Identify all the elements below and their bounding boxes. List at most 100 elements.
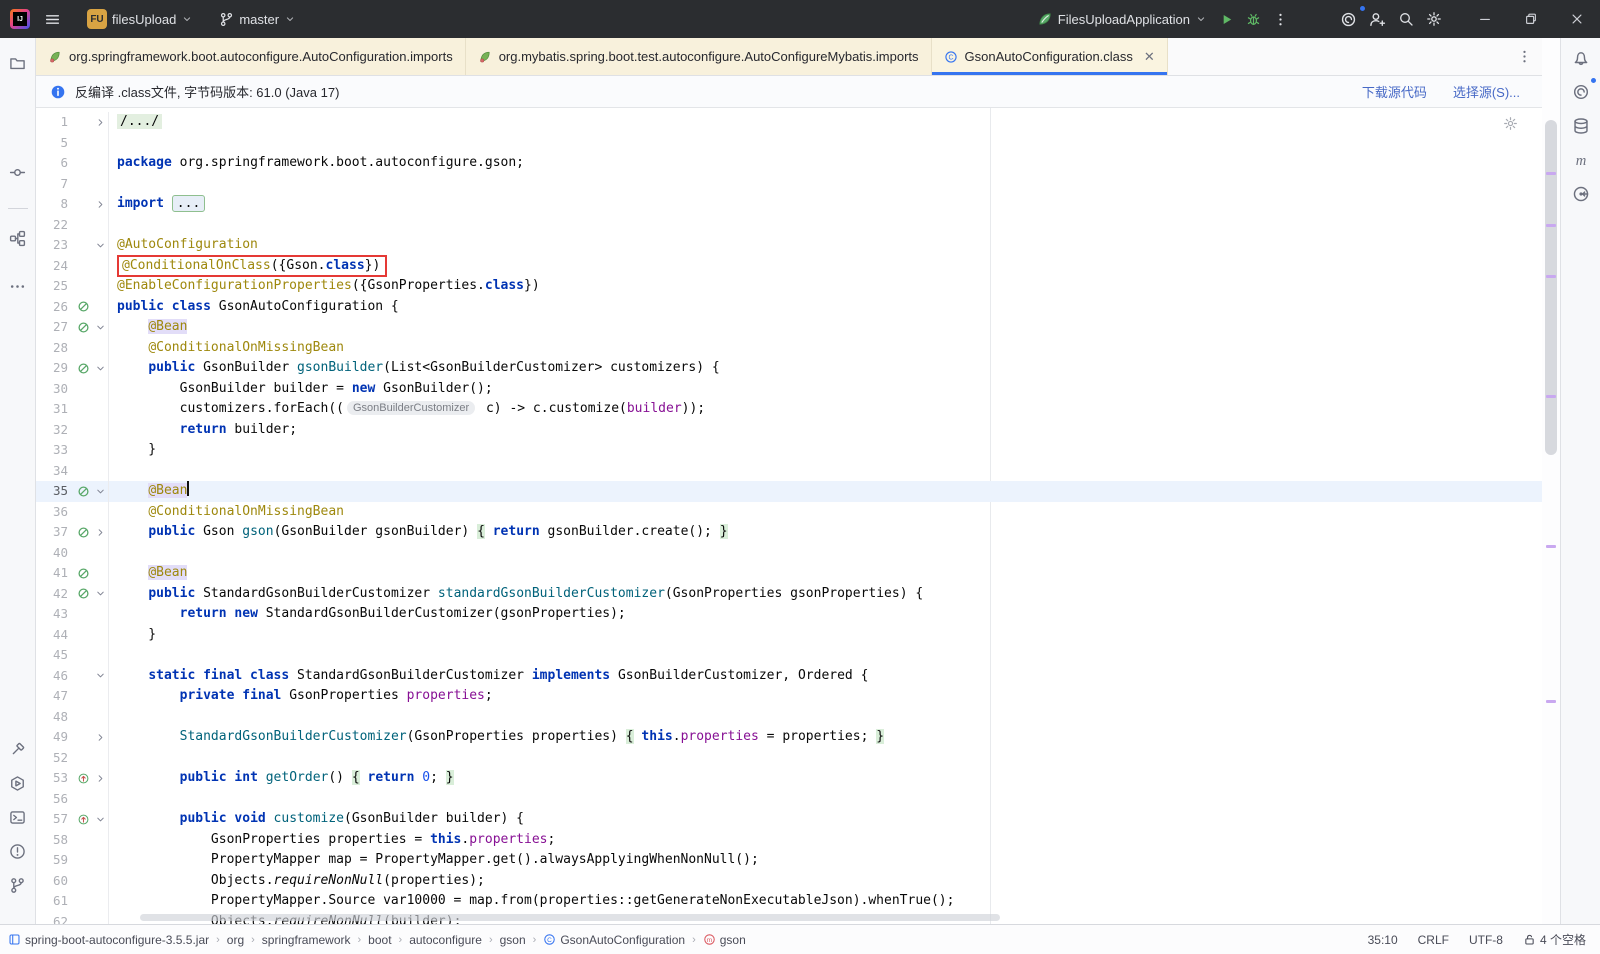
editor-tab[interactable]: C GsonAutoConfiguration.class ✕ (931, 38, 1168, 75)
run-configuration-widget[interactable]: FilesUploadApplication (1031, 7, 1213, 31)
bean-gutter-icon[interactable] (74, 297, 92, 318)
code-line: 7 (36, 173, 1542, 194)
stripe-mark[interactable] (1546, 224, 1556, 227)
search-everywhere-button[interactable] (1392, 7, 1420, 31)
tool-strip-structure-button[interactable] (5, 225, 31, 251)
status-widget[interactable]: 35:10 (1368, 933, 1398, 947)
status-widget[interactable]: UTF-8 (1469, 933, 1503, 947)
tool-strip-git-branch-button[interactable] (5, 872, 31, 898)
fold-chevron-down-icon[interactable] (92, 809, 108, 830)
breadcrumb-item[interactable]: m gson (703, 933, 746, 947)
tool-strip-bell-button[interactable] (1568, 45, 1594, 71)
ai-assistant-button[interactable] (1334, 4, 1366, 32)
gutter-space (92, 748, 108, 769)
run-button[interactable] (1213, 8, 1240, 31)
main-menu-button[interactable] (38, 7, 67, 32)
fold-chevron-right-icon[interactable] (92, 112, 108, 133)
bean-gutter-icon[interactable] (74, 584, 92, 605)
restore-button[interactable] (1508, 0, 1554, 38)
project-widget[interactable]: FU filesUpload (81, 5, 199, 33)
fold-chevron-right-icon[interactable] (92, 768, 108, 789)
breadcrumb-item[interactable]: gson (500, 933, 526, 947)
tab-close-icon[interactable]: ✕ (1144, 50, 1155, 63)
breadcrumb-item[interactable]: org (227, 933, 244, 947)
fold-chevron-down-icon[interactable] (92, 235, 108, 256)
override-gutter-icon[interactable] (74, 809, 92, 830)
editor-column: org.springframework.boot.autoconfigure.A… (36, 38, 1542, 924)
scrollbar-thumb[interactable] (1545, 120, 1557, 455)
status-widget[interactable]: 4 个空格 (1523, 931, 1586, 948)
breadcrumb-item[interactable]: boot (368, 933, 391, 947)
tool-strip-endpoints-button[interactable] (1568, 181, 1594, 207)
override-gutter-icon[interactable] (74, 768, 92, 789)
breadcrumb-item[interactable]: C GsonAutoConfiguration (543, 933, 685, 947)
restore-icon (1524, 12, 1538, 26)
close-button[interactable] (1554, 0, 1600, 38)
gutter-space (74, 645, 92, 666)
gutter-space (92, 502, 108, 523)
breadcrumb-item[interactable]: spring-boot-autoconfigure-3.5.5.jar (8, 933, 209, 947)
stripe-mark[interactable] (1546, 545, 1556, 548)
code-editor[interactable]: 1/.../5 6 package org.springframework.boot… (36, 108, 1542, 924)
fold-chevron-down-icon[interactable] (92, 317, 108, 338)
download-sources-link[interactable]: 下载源代码 (1362, 82, 1427, 101)
bean-gutter-icon[interactable] (74, 481, 92, 502)
bean-gutter-icon[interactable] (74, 317, 92, 338)
more-actions-button[interactable] (1267, 8, 1294, 31)
stripe-mark[interactable] (1546, 395, 1556, 398)
tool-strip-problems-button[interactable] (5, 838, 31, 864)
fold-chevron-right-icon[interactable] (92, 194, 108, 215)
code-with-me-button[interactable] (1363, 7, 1392, 32)
bean-gutter-icon[interactable] (74, 522, 92, 543)
debug-button[interactable] (1240, 8, 1267, 31)
kebab-icon (1517, 49, 1532, 64)
editor-tab[interactable]: org.springframework.boot.autoconfigure.A… (36, 38, 466, 75)
fold-chevron-down-icon[interactable] (92, 666, 108, 687)
horizontal-scrollbar[interactable] (140, 914, 1000, 921)
stripe-mark[interactable] (1546, 172, 1556, 175)
breadcrumb-item[interactable]: springframework (262, 933, 351, 947)
fold-chevron-down-icon[interactable] (92, 481, 108, 502)
tab-options-button[interactable] (1507, 38, 1542, 75)
bean-gutter-icon[interactable] (74, 358, 92, 379)
code-text: @ConditionalOnMissingBean (108, 501, 1542, 522)
stripe-mark[interactable] (1546, 275, 1556, 278)
tool-strip-folder-button[interactable] (5, 50, 31, 76)
bean-gutter-icon[interactable] (74, 563, 92, 584)
workspace: org.springframework.boot.autoconfigure.A… (0, 38, 1600, 924)
tool-strip-commit-button[interactable] (5, 159, 31, 185)
fold-chevron-down-icon[interactable] (92, 584, 108, 605)
ai-assistant-icon (1572, 83, 1590, 101)
code-line: 52 (36, 747, 1542, 769)
status-widget[interactable]: CRLF (1418, 933, 1449, 947)
tool-strip-services-button[interactable] (5, 770, 31, 796)
maven-icon: m (1572, 151, 1590, 169)
tool-strip-database-button[interactable] (1568, 113, 1594, 139)
settings-button[interactable] (1420, 7, 1448, 31)
tool-strip-more-button[interactable] (5, 273, 31, 299)
line-number: 27 (52, 319, 68, 334)
line-number: 31 (52, 401, 68, 416)
breadcrumb-item[interactable]: autoconfigure (409, 933, 482, 947)
scrollbar-stripe[interactable] (1542, 38, 1560, 924)
fold-chevron-right-icon[interactable] (92, 522, 108, 543)
code-text (108, 542, 1542, 563)
stripe-mark[interactable] (1546, 700, 1556, 703)
editor-settings-gear-icon[interactable] (1503, 116, 1518, 131)
minimize-button[interactable] (1462, 0, 1508, 38)
code-text: @Bean (108, 563, 1542, 584)
tool-strip-ai-assistant-button[interactable] (1568, 77, 1597, 105)
line-number: 37 (52, 524, 68, 539)
tool-strip-maven-button[interactable]: m (1568, 147, 1594, 173)
tool-strip-terminal-button[interactable] (5, 804, 31, 830)
editor-tab[interactable]: org.mybatis.spring.boot.test.autoconfigu… (465, 38, 932, 75)
line-number: 57 (52, 811, 68, 826)
vcs-branch-widget[interactable]: master (213, 8, 302, 31)
fold-chevron-down-icon[interactable] (92, 358, 108, 379)
gutter-space (92, 686, 108, 707)
notification-dot (1589, 77, 1597, 84)
tool-strip-hammer-button[interactable] (5, 736, 31, 762)
fold-chevron-right-icon[interactable] (92, 727, 108, 748)
choose-sources-link[interactable]: 选择源(S)... (1453, 82, 1520, 101)
gutter-space (74, 871, 92, 892)
